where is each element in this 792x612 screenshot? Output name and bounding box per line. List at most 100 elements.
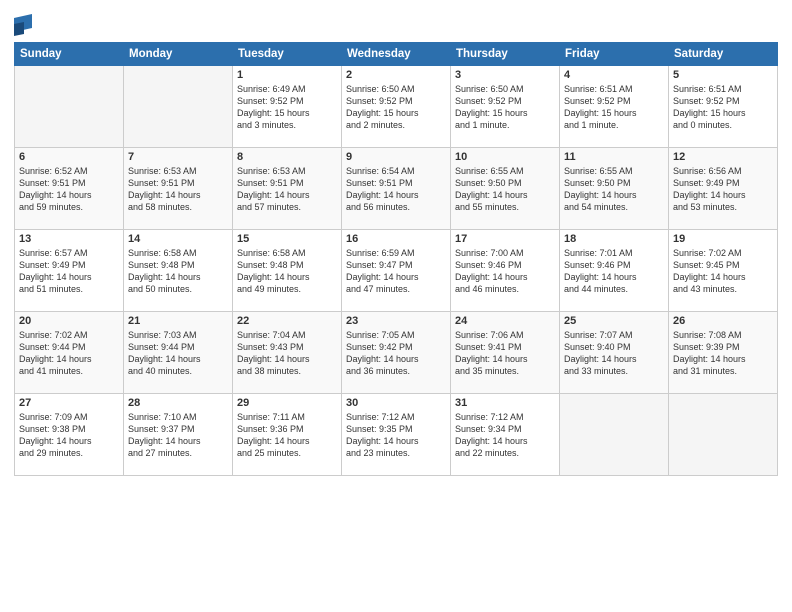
- day-number: 2: [346, 69, 446, 81]
- calendar-cell: 4 Sunrise: 6:51 AM Sunset: 9:52 PM Daylig…: [560, 66, 669, 148]
- day-info: Sunrise: 7:12 AM Sunset: 9:34 PM Dayligh…: [455, 411, 555, 460]
- day-info: Sunrise: 6:53 AM Sunset: 9:51 PM Dayligh…: [237, 165, 337, 214]
- page-container: SundayMondayTuesdayWednesdayThursdayFrid…: [0, 0, 792, 612]
- calendar-cell: 27 Sunrise: 7:09 AM Sunset: 9:38 PM Dayli…: [15, 394, 124, 476]
- day-number: 30: [346, 397, 446, 409]
- calendar-cell: 17Sunrise: 7:00 AM Sunset: 9:46 PM Dayli…: [451, 230, 560, 312]
- calendar-table: SundayMondayTuesdayWednesdayThursdayFrid…: [14, 42, 778, 476]
- logo-icon: [14, 14, 32, 36]
- day-info: Sunrise: 6:58 AM Sunset: 9:48 PM Dayligh…: [128, 247, 228, 296]
- calendar-weekday-monday: Monday: [124, 43, 233, 66]
- day-number: 24: [455, 315, 555, 327]
- day-number: 16: [346, 233, 446, 245]
- day-number: 8: [237, 151, 337, 163]
- calendar-cell: 14 Sunrise: 6:58 AM Sunset: 9:48 PM Dayli…: [124, 230, 233, 312]
- calendar-cell: 12 Sunrise: 6:56 AM Sunset: 9:49 PM Dayli…: [669, 148, 778, 230]
- calendar-cell: 31 Sunrise: 7:12 AM Sunset: 9:34 PM Dayli…: [451, 394, 560, 476]
- day-number: 4: [564, 69, 664, 81]
- day-info: Sunrise: 6:52 AM Sunset: 9:51 PM Dayligh…: [19, 165, 119, 214]
- calendar-weekday-saturday: Saturday: [669, 43, 778, 66]
- day-info: Sunrise: 7:11 AM Sunset: 9:36 PM Dayligh…: [237, 411, 337, 460]
- day-info: Sunrise: 6:51 AM Sunset: 9:52 PM Dayligh…: [564, 83, 664, 132]
- calendar-cell: [669, 394, 778, 476]
- day-number: 25: [564, 315, 664, 327]
- calendar-cell: 13 Sunrise: 6:57 AM Sunset: 9:49 PM Dayli…: [15, 230, 124, 312]
- day-info: Sunrise: 7:01 AM Sunset: 9:46 PM Dayligh…: [564, 247, 664, 296]
- day-info: Sunrise: 6:50 AM Sunset: 9:52 PM Dayligh…: [346, 83, 446, 132]
- day-info: Sunrise: 7:07 AM Sunset: 9:40 PM Dayligh…: [564, 329, 664, 378]
- calendar-cell: 16 Sunrise: 6:59 AM Sunset: 9:47 PM Dayli…: [342, 230, 451, 312]
- calendar-cell: 8 Sunrise: 6:53 AM Sunset: 9:51 PM Daylig…: [233, 148, 342, 230]
- calendar-cell: [15, 66, 124, 148]
- calendar-week-row-4: 20Sunrise: 7:02 AM Sunset: 9:44 PM Dayli…: [15, 312, 778, 394]
- logo: [14, 14, 36, 36]
- calendar-week-row-5: 27 Sunrise: 7:09 AM Sunset: 9:38 PM Dayli…: [15, 394, 778, 476]
- day-info: Sunrise: 6:54 AM Sunset: 9:51 PM Dayligh…: [346, 165, 446, 214]
- calendar-cell: 22Sunrise: 7:04 AM Sunset: 9:43 PM Dayli…: [233, 312, 342, 394]
- calendar-cell: 28 Sunrise: 7:10 AM Sunset: 9:37 PM Dayli…: [124, 394, 233, 476]
- day-info: Sunrise: 6:56 AM Sunset: 9:49 PM Dayligh…: [673, 165, 773, 214]
- calendar-cell: 7 Sunrise: 6:53 AM Sunset: 9:51 PM Daylig…: [124, 148, 233, 230]
- day-info: Sunrise: 7:09 AM Sunset: 9:38 PM Dayligh…: [19, 411, 119, 460]
- page-header: [14, 10, 778, 36]
- day-number: 1: [237, 69, 337, 81]
- day-number: 17: [455, 233, 555, 245]
- calendar-cell: [560, 394, 669, 476]
- day-number: 18: [564, 233, 664, 245]
- day-number: 29: [237, 397, 337, 409]
- day-info: Sunrise: 6:55 AM Sunset: 9:50 PM Dayligh…: [564, 165, 664, 214]
- calendar-cell: 18 Sunrise: 7:01 AM Sunset: 9:46 PM Dayli…: [560, 230, 669, 312]
- day-number: 12: [673, 151, 773, 163]
- day-number: 22: [237, 315, 337, 327]
- calendar-cell: 24Sunrise: 7:06 AM Sunset: 9:41 PM Dayli…: [451, 312, 560, 394]
- calendar-cell: 30Sunrise: 7:12 AM Sunset: 9:35 PM Dayli…: [342, 394, 451, 476]
- day-number: 23: [346, 315, 446, 327]
- calendar-cell: 15Sunrise: 6:58 AM Sunset: 9:48 PM Dayli…: [233, 230, 342, 312]
- day-info: Sunrise: 7:05 AM Sunset: 9:42 PM Dayligh…: [346, 329, 446, 378]
- calendar-cell: 10Sunrise: 6:55 AM Sunset: 9:50 PM Dayli…: [451, 148, 560, 230]
- day-number: 13: [19, 233, 119, 245]
- day-number: 6: [19, 151, 119, 163]
- day-number: 3: [455, 69, 555, 81]
- calendar-weekday-friday: Friday: [560, 43, 669, 66]
- calendar-header-row: SundayMondayTuesdayWednesdayThursdayFrid…: [15, 43, 778, 66]
- day-number: 28: [128, 397, 228, 409]
- day-info: Sunrise: 7:10 AM Sunset: 9:37 PM Dayligh…: [128, 411, 228, 460]
- day-number: 31: [455, 397, 555, 409]
- day-number: 15: [237, 233, 337, 245]
- day-number: 20: [19, 315, 119, 327]
- day-number: 26: [673, 315, 773, 327]
- day-info: Sunrise: 7:08 AM Sunset: 9:39 PM Dayligh…: [673, 329, 773, 378]
- calendar-weekday-tuesday: Tuesday: [233, 43, 342, 66]
- day-number: 21: [128, 315, 228, 327]
- day-number: 11: [564, 151, 664, 163]
- day-info: Sunrise: 6:59 AM Sunset: 9:47 PM Dayligh…: [346, 247, 446, 296]
- calendar-cell: 11 Sunrise: 6:55 AM Sunset: 9:50 PM Dayli…: [560, 148, 669, 230]
- day-number: 9: [346, 151, 446, 163]
- calendar-cell: 6 Sunrise: 6:52 AM Sunset: 9:51 PM Daylig…: [15, 148, 124, 230]
- calendar-week-row-1: 1 Sunrise: 6:49 AM Sunset: 9:52 PM Daylig…: [15, 66, 778, 148]
- calendar-weekday-thursday: Thursday: [451, 43, 560, 66]
- day-info: Sunrise: 6:51 AM Sunset: 9:52 PM Dayligh…: [673, 83, 773, 132]
- calendar-cell: 25 Sunrise: 7:07 AM Sunset: 9:40 PM Dayli…: [560, 312, 669, 394]
- day-info: Sunrise: 7:03 AM Sunset: 9:44 PM Dayligh…: [128, 329, 228, 378]
- calendar-week-row-3: 13 Sunrise: 6:57 AM Sunset: 9:49 PM Dayli…: [15, 230, 778, 312]
- calendar-cell: 20Sunrise: 7:02 AM Sunset: 9:44 PM Dayli…: [15, 312, 124, 394]
- calendar-cell: 23 Sunrise: 7:05 AM Sunset: 9:42 PM Dayli…: [342, 312, 451, 394]
- day-number: 7: [128, 151, 228, 163]
- day-number: 19: [673, 233, 773, 245]
- calendar-cell: 3 Sunrise: 6:50 AM Sunset: 9:52 PM Daylig…: [451, 66, 560, 148]
- day-number: 27: [19, 397, 119, 409]
- calendar-weekday-wednesday: Wednesday: [342, 43, 451, 66]
- calendar-weekday-sunday: Sunday: [15, 43, 124, 66]
- day-info: Sunrise: 6:53 AM Sunset: 9:51 PM Dayligh…: [128, 165, 228, 214]
- calendar-cell: 1 Sunrise: 6:49 AM Sunset: 9:52 PM Daylig…: [233, 66, 342, 148]
- day-info: Sunrise: 6:49 AM Sunset: 9:52 PM Dayligh…: [237, 83, 337, 132]
- day-info: Sunrise: 6:50 AM Sunset: 9:52 PM Dayligh…: [455, 83, 555, 132]
- day-info: Sunrise: 6:57 AM Sunset: 9:49 PM Dayligh…: [19, 247, 119, 296]
- day-number: 5: [673, 69, 773, 81]
- calendar-week-row-2: 6 Sunrise: 6:52 AM Sunset: 9:51 PM Daylig…: [15, 148, 778, 230]
- calendar-cell: 2 Sunrise: 6:50 AM Sunset: 9:52 PM Daylig…: [342, 66, 451, 148]
- calendar-cell: 21 Sunrise: 7:03 AM Sunset: 9:44 PM Dayli…: [124, 312, 233, 394]
- day-number: 14: [128, 233, 228, 245]
